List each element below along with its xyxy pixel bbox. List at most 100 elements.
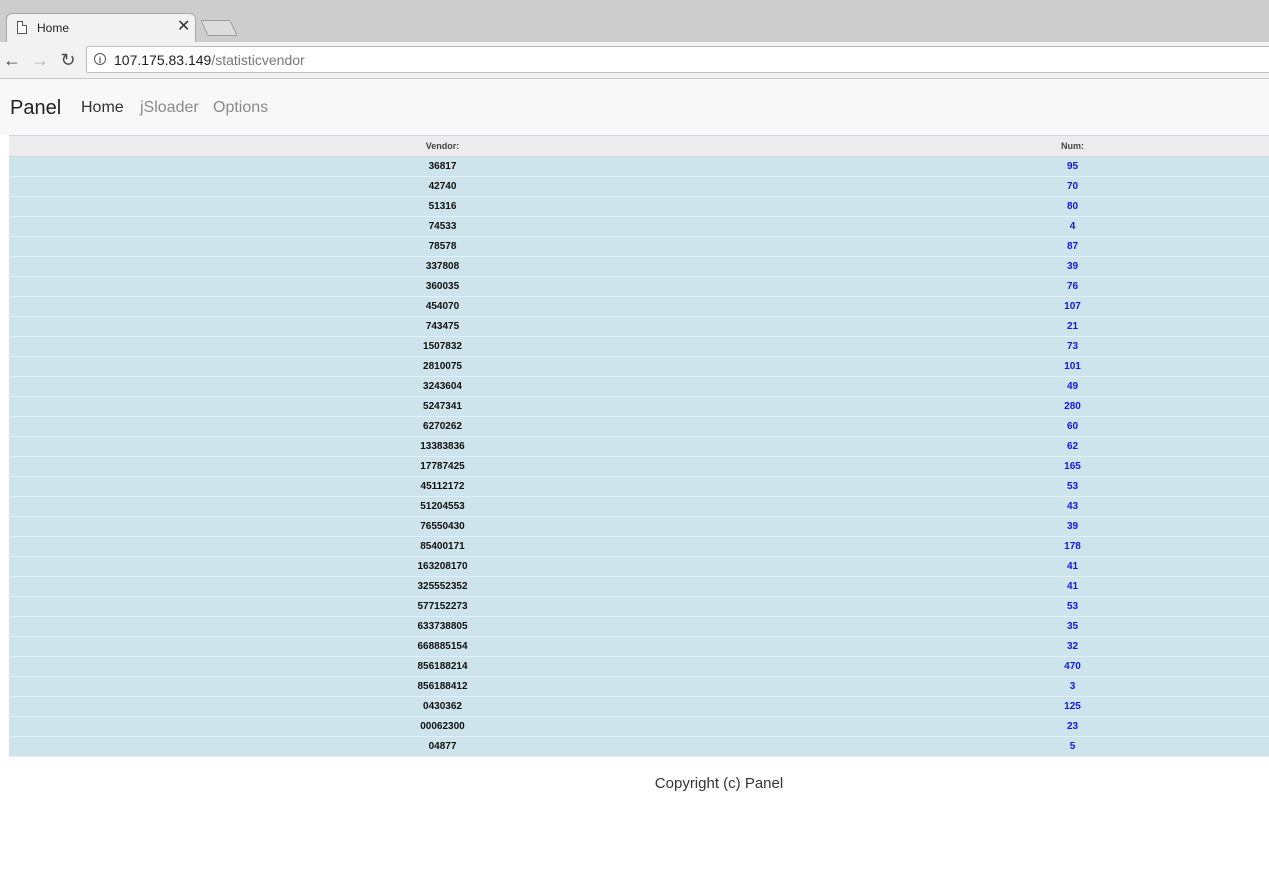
table-row: 17787425 165	[9, 456, 1269, 477]
table-row: 76550430 39	[9, 516, 1269, 537]
table-row: 78578 87	[9, 236, 1269, 257]
num-cell: 101	[876, 356, 1269, 377]
table-row: 577152273 53	[9, 596, 1269, 617]
nav-link-options[interactable]: Options	[213, 99, 268, 117]
column-header-vendor: Vendor:	[9, 135, 876, 157]
num-cell: 280	[876, 396, 1269, 417]
vendor-table: Vendor: Num: 36817 95 42740 70 51316 80 74533 4…	[9, 135, 1269, 757]
info-icon[interactable]: i	[94, 53, 106, 65]
table-row: 668885154 32	[9, 636, 1269, 657]
num-cell: 5	[876, 736, 1269, 757]
table-row: 633738805 35	[9, 616, 1269, 637]
vendor-cell: 360035	[9, 276, 876, 297]
num-cell: 95	[876, 156, 1269, 177]
table-row: 04877 5	[9, 736, 1269, 757]
reload-icon[interactable]: ↻	[57, 49, 79, 71]
vendor-cell: 1507832	[9, 336, 876, 357]
table-row: 36817 95	[9, 156, 1269, 177]
navbar: Panel Home jSloader Options	[0, 79, 1269, 135]
vendor-cell: 2810075	[9, 356, 876, 377]
num-cell: 53	[876, 476, 1269, 497]
num-cell: 35	[876, 616, 1269, 637]
vendor-cell: 04877	[9, 736, 876, 757]
table-row: 743475 21	[9, 316, 1269, 337]
vendor-cell: 325552352	[9, 576, 876, 597]
num-cell: 165	[876, 456, 1269, 477]
browser-toolbar: ← → ↻ i 107.175.83.149/statisticvendor	[0, 42, 1269, 79]
table-row: 85400171 178	[9, 536, 1269, 557]
browser-tabstrip: Home ✕	[0, 0, 1269, 43]
back-arrow-icon[interactable]: ←	[1, 49, 23, 71]
num-cell: 23	[876, 716, 1269, 737]
navbar-brand[interactable]: Panel	[10, 97, 61, 120]
num-cell: 41	[876, 556, 1269, 577]
table-row: 13383836 62	[9, 436, 1269, 457]
tab-title: Home	[37, 21, 70, 35]
vendor-cell: 78578	[9, 236, 876, 257]
table-row: 360035 76	[9, 276, 1269, 297]
vendor-cell: 17787425	[9, 456, 876, 477]
num-cell: 4	[876, 216, 1269, 237]
forward-arrow-icon[interactable]: →	[29, 49, 51, 71]
table-row: 2810075 101	[9, 356, 1269, 377]
vendor-table-container: Vendor: Num: 36817 95 42740 70 51316 80 74533 4…	[9, 135, 1269, 757]
num-cell: 62	[876, 436, 1269, 457]
table-row: 00062300 23	[9, 716, 1269, 737]
vendor-cell: 76550430	[9, 516, 876, 537]
table-row: 3243604 49	[9, 376, 1269, 397]
vendor-cell: 163208170	[9, 556, 876, 577]
vendor-cell: 0430362	[9, 696, 876, 717]
num-cell: 70	[876, 176, 1269, 197]
vendor-cell: 51204553	[9, 496, 876, 517]
table-row: 6270262 60	[9, 416, 1269, 437]
nav-link-home[interactable]: Home	[81, 99, 124, 117]
num-cell: 49	[876, 376, 1269, 397]
close-icon[interactable]: ✕	[177, 18, 190, 36]
url-path: /statisticvendor	[211, 52, 305, 68]
num-cell: 76	[876, 276, 1269, 297]
num-cell: 60	[876, 416, 1269, 437]
vendor-cell: 633738805	[9, 616, 876, 637]
num-cell: 73	[876, 336, 1269, 357]
vendor-cell: 45112172	[9, 476, 876, 497]
vendor-cell: 668885154	[9, 636, 876, 657]
num-cell: 43	[876, 496, 1269, 517]
table-row: 74533 4	[9, 216, 1269, 237]
url-text[interactable]: 107.175.83.149/statisticvendor	[114, 52, 305, 68]
vendor-cell: 577152273	[9, 596, 876, 617]
table-row: 454070 107	[9, 296, 1269, 317]
nav-link-jsloader[interactable]: jSloader	[140, 99, 199, 117]
num-cell: 3	[876, 676, 1269, 697]
num-cell: 53	[876, 596, 1269, 617]
table-row: 5247341 280	[9, 396, 1269, 417]
vendor-cell: 51316	[9, 196, 876, 217]
table-row: 337808 39	[9, 256, 1269, 277]
table-row: 51204553 43	[9, 496, 1269, 517]
vendor-cell: 856188412	[9, 676, 876, 697]
num-cell: 125	[876, 696, 1269, 717]
address-bar[interactable]: i 107.175.83.149/statisticvendor	[86, 46, 1269, 73]
vendor-cell: 454070	[9, 296, 876, 317]
table-row: 325552352 41	[9, 576, 1269, 597]
vendor-cell: 74533	[9, 216, 876, 237]
num-cell: 39	[876, 516, 1269, 537]
table-row: 1507832 73	[9, 336, 1269, 357]
table-row: 51316 80	[9, 196, 1269, 217]
column-header-num: Num:	[876, 135, 1269, 157]
vendor-cell: 85400171	[9, 536, 876, 557]
vendor-cell: 5247341	[9, 396, 876, 417]
num-cell: 39	[876, 256, 1269, 277]
page-icon	[17, 21, 27, 34]
table-row: 45112172 53	[9, 476, 1269, 497]
browser-tab[interactable]: Home ✕	[6, 13, 196, 43]
vendor-cell: 13383836	[9, 436, 876, 457]
vendor-cell: 36817	[9, 156, 876, 177]
new-tab-button[interactable]	[200, 20, 238, 36]
table-row: 0430362 125	[9, 696, 1269, 717]
vendor-cell: 3243604	[9, 376, 876, 397]
vendor-cell: 337808	[9, 256, 876, 277]
num-cell: 21	[876, 316, 1269, 337]
table-header-row: Vendor: Num:	[9, 135, 1269, 157]
vendor-cell: 743475	[9, 316, 876, 337]
vendor-cell: 856188214	[9, 656, 876, 677]
